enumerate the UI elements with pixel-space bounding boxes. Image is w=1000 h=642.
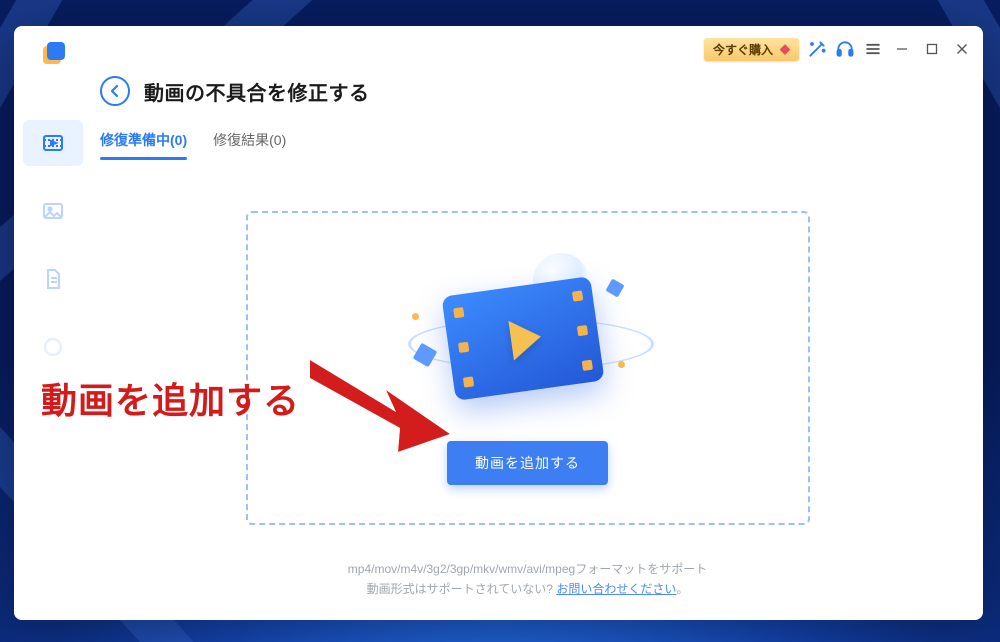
diamond-icon: ◆ [780, 41, 790, 57]
app-logo [40, 42, 66, 68]
supported-formats-hint: mp4/mov/m4v/3g2/3gp/mkv/wmv/avi/mpegフォーマ… [100, 559, 955, 600]
page-title: 動画の不具合を修正する [144, 77, 370, 106]
contact-link[interactable]: お問い合わせください [556, 582, 676, 596]
dropzone-illustration [408, 251, 648, 421]
tab-repair-queue[interactable]: 修復準備中(0) [100, 130, 187, 160]
maximize-button[interactable] [921, 38, 943, 60]
sidebar-item-document-repair[interactable] [23, 256, 83, 302]
tabs: 修復準備中(0) 修復結果(0) [100, 130, 955, 161]
sidebar-item-video-repair[interactable] [23, 120, 83, 166]
menu-icon[interactable] [863, 39, 883, 59]
sidebar [14, 72, 92, 620]
close-button[interactable] [951, 38, 973, 60]
sidebar-item-more[interactable] [23, 324, 83, 370]
contact-line: 動画形式はサポートされていない? お問い合わせください。 [100, 579, 955, 599]
minimize-button[interactable] [891, 38, 913, 60]
app-window: 今すぐ購入 ◆ [14, 26, 983, 620]
page-header: 動画の不具合を修正する [100, 70, 955, 112]
sidebar-item-image-repair[interactable] [23, 188, 83, 234]
buy-now-label: 今すぐ購入 [713, 41, 773, 58]
buy-now-button[interactable]: 今すぐ購入 ◆ [704, 38, 799, 61]
video-dropzone[interactable]: 動画を追加する [246, 211, 810, 525]
main-panel: 動画の不具合を修正する 修復準備中(0) 修復結果(0) [92, 72, 983, 620]
tab-repair-results[interactable]: 修復結果(0) [213, 130, 286, 160]
magic-wand-icon[interactable] [807, 39, 827, 59]
add-video-button[interactable]: 動画を追加する [447, 441, 608, 485]
headset-icon[interactable] [835, 39, 855, 59]
back-button[interactable] [100, 76, 130, 106]
formats-line: mp4/mov/m4v/3g2/3gp/mkv/wmv/avi/mpegフォーマ… [100, 559, 955, 579]
titlebar: 今すぐ購入 ◆ [14, 26, 983, 72]
